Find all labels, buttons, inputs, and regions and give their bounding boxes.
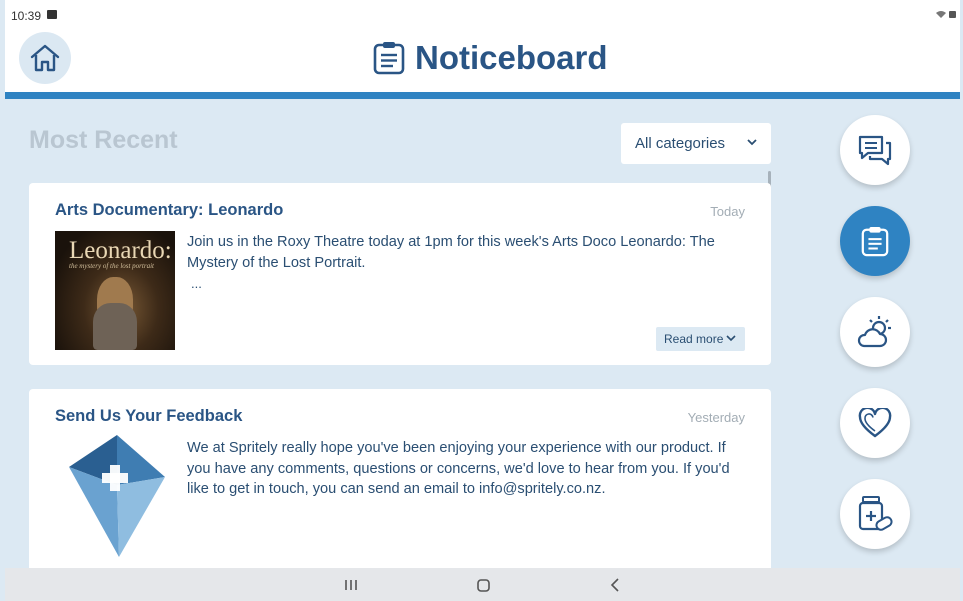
notice-date: Today bbox=[710, 204, 745, 219]
notice-title: Send Us Your Feedback bbox=[55, 407, 243, 425]
nav-home-icon[interactable] bbox=[474, 577, 492, 593]
heart-icon bbox=[858, 408, 892, 438]
app-frame: 10:39 Noticeboard Most Recent All catego… bbox=[5, 0, 960, 601]
notice-title: Arts Documentary: Leonardo bbox=[55, 201, 284, 219]
clipboard-icon bbox=[373, 42, 405, 75]
gallery-icon bbox=[47, 10, 57, 19]
page-title: Noticeboard bbox=[415, 39, 608, 76]
notice-body: Join us in the Roxy Theatre today at 1pm… bbox=[187, 234, 715, 271]
category-select[interactable]: All categories bbox=[621, 123, 771, 164]
spritely-kite-logo bbox=[69, 435, 165, 557]
chevron-down-icon bbox=[726, 335, 736, 342]
section-title: Most Recent bbox=[29, 126, 178, 154]
category-select-value: All categories bbox=[635, 135, 726, 152]
portrait-beard bbox=[93, 303, 137, 350]
notice-card[interactable]: Arts Documentary: Leonardo Today Leonard… bbox=[29, 183, 771, 365]
status-time: 10:39 bbox=[11, 9, 42, 23]
system-nav-bar bbox=[5, 568, 960, 601]
back-icon[interactable] bbox=[607, 577, 625, 593]
weather-icon bbox=[857, 316, 891, 348]
notice-date: Yesterday bbox=[687, 410, 745, 425]
title-wrap: Noticeboard bbox=[373, 38, 608, 78]
wifi-icon bbox=[936, 11, 946, 18]
rail-health-button[interactable] bbox=[840, 388, 910, 458]
rail-medication-button[interactable] bbox=[840, 479, 910, 549]
home-button[interactable] bbox=[19, 32, 71, 84]
medication-icon bbox=[858, 496, 893, 531]
rail-messages-button[interactable] bbox=[840, 115, 910, 185]
header-accent-bar bbox=[5, 92, 960, 99]
image-subtitle-text: the mystery of the lost portrait bbox=[69, 262, 154, 270]
read-more-label: Read more bbox=[664, 332, 724, 346]
noticeboard-icon bbox=[861, 226, 889, 257]
notice-card[interactable]: Send Us Your Feedback Yesterday We at Sp… bbox=[29, 389, 771, 579]
rail-noticeboard-button[interactable] bbox=[840, 206, 910, 276]
header: Noticeboard bbox=[5, 24, 960, 92]
home-icon bbox=[30, 44, 60, 72]
notice-image: Leonardo: the mystery of the lost portra… bbox=[55, 231, 175, 350]
read-more-button[interactable]: Read more bbox=[656, 327, 745, 351]
recents-icon[interactable] bbox=[342, 577, 360, 593]
notice-ellipsis: ... bbox=[191, 276, 202, 291]
chat-icon bbox=[858, 135, 892, 166]
chevron-down-icon bbox=[747, 139, 757, 146]
status-bar: 10:39 bbox=[5, 0, 960, 24]
rail-weather-button[interactable] bbox=[840, 297, 910, 367]
image-title-text: Leonardo: bbox=[69, 237, 172, 264]
notice-body: We at Spritely really hope you've been e… bbox=[187, 440, 730, 497]
lock-icon bbox=[949, 11, 956, 18]
